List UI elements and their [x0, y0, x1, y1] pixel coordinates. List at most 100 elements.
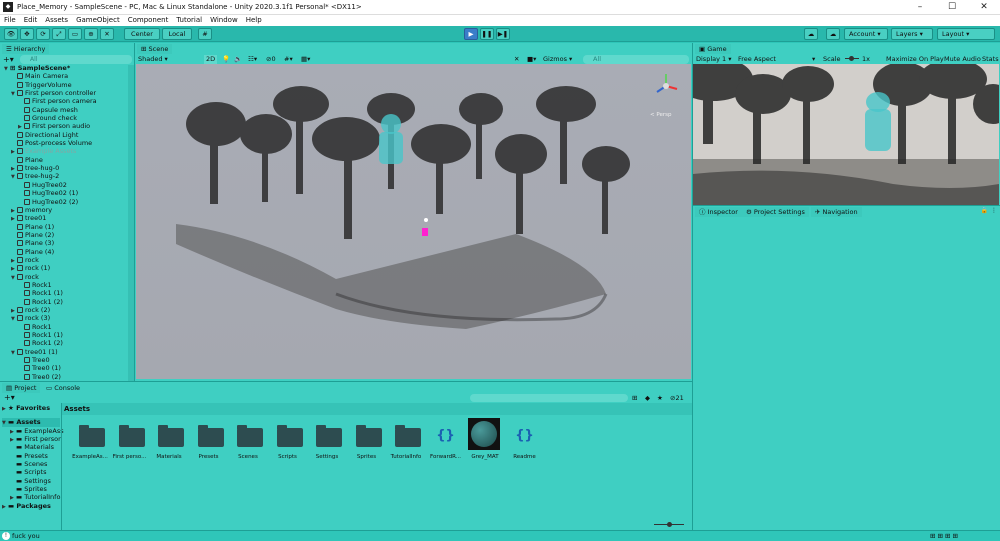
- scene-search-input[interactable]: All: [583, 55, 689, 64]
- asset-item[interactable]: Settings: [309, 418, 349, 482]
- custom-tool-icon[interactable]: ✕: [100, 28, 114, 40]
- mute-audio-toggle[interactable]: Mute Audio: [944, 54, 981, 64]
- scene-root[interactable]: ▼ ⊞ SampleScene*: [4, 64, 129, 72]
- hierarchy-item[interactable]: ▶ First person audio: [4, 122, 129, 130]
- hierarchy-item[interactable]: Tree0: [4, 356, 129, 364]
- lock-icon[interactable]: 🔒: [981, 207, 988, 214]
- project-search-input[interactable]: [470, 394, 628, 402]
- hierarchy-item[interactable]: ▼ rock (3): [4, 314, 129, 322]
- rotate-tool-icon[interactable]: ⟳: [36, 28, 50, 40]
- project-folder-item[interactable]: ▬ Presets: [2, 452, 60, 460]
- hierarchy-item[interactable]: Rock1 (1): [4, 331, 129, 339]
- snap-icon[interactable]: ▦▾: [301, 55, 310, 64]
- asset-item[interactable]: Scenes: [230, 418, 270, 482]
- hierarchy-item[interactable]: ▼ tree-hug-2: [4, 172, 129, 180]
- step-button[interactable]: ▶❚: [496, 28, 510, 40]
- persp-label[interactable]: < Persp: [650, 112, 671, 118]
- project-folder-item[interactable]: ▬ Scripts: [2, 468, 60, 476]
- project-folder-item[interactable]: ▶ ▬ ExampleAss: [2, 427, 64, 435]
- hierarchy-item[interactable]: Rock1 (1): [4, 289, 129, 297]
- add-icon[interactable]: +▾: [3, 55, 14, 64]
- asset-item[interactable]: {} ForwardR...: [428, 418, 468, 482]
- hierarchy-item[interactable]: ▼ rock: [4, 273, 129, 281]
- project-folder-item[interactable]: ▶ ▬ TutorialInfo: [2, 493, 60, 501]
- grid-snap-icon[interactable]: #: [198, 28, 212, 40]
- hierarchy-item[interactable]: ▶ tree-hug-0: [4, 164, 129, 172]
- tab-navigation[interactable]: ✈ Navigation: [811, 207, 862, 217]
- minimize-button[interactable]: –: [904, 0, 936, 15]
- account-dropdown[interactable]: Account ▾: [844, 28, 888, 40]
- hierarchy-item[interactable]: Main Camera: [4, 72, 129, 80]
- hierarchy-item[interactable]: HugTree02 (1): [4, 189, 129, 197]
- display-dropdown[interactable]: Display 1 ▾: [696, 54, 732, 64]
- hierarchy-item[interactable]: Ground check: [4, 114, 129, 122]
- asset-item[interactable]: Grey_MAT: [467, 418, 507, 482]
- hierarchy-item[interactable]: Rock1 (2): [4, 339, 129, 347]
- tab-project[interactable]: ▤ Project: [2, 383, 41, 393]
- hierarchy-item[interactable]: Post-process Volume: [4, 139, 129, 147]
- menu-file[interactable]: File: [0, 15, 20, 26]
- hierarchy-item[interactable]: HugTree02 (2): [4, 198, 129, 206]
- create-icon[interactable]: +▾: [4, 393, 15, 403]
- hierarchy-item[interactable]: Tree0 (1): [4, 364, 129, 372]
- layers-dropdown[interactable]: Layers ▾: [891, 28, 933, 40]
- scene-viewport[interactable]: < Persp: [136, 64, 691, 379]
- hierarchy-item[interactable]: ▶ tree01: [4, 214, 129, 222]
- favorites-item[interactable]: ▶ ★ Favorites: [2, 404, 60, 412]
- rect-tool-icon[interactable]: ▭: [68, 28, 82, 40]
- shading-dropdown[interactable]: Shaded ▾: [138, 55, 168, 64]
- menu-component[interactable]: Component: [124, 15, 173, 26]
- project-folder-item[interactable]: ▬ Materials: [2, 443, 60, 451]
- hierarchy-search-input[interactable]: All: [20, 55, 132, 64]
- tab-project-settings[interactable]: ⚙ Project Settings: [742, 207, 809, 217]
- project-folder-item[interactable]: ▬ Sprites: [2, 485, 60, 493]
- asset-item[interactable]: TutorialInfo: [388, 418, 428, 482]
- menu-assets[interactable]: Assets: [41, 15, 72, 26]
- hierarchy-item[interactable]: Plane: [4, 156, 129, 164]
- grid-icon[interactable]: #▾: [284, 55, 293, 64]
- move-tool-icon[interactable]: ✥: [20, 28, 34, 40]
- hierarchy-item[interactable]: Plane (4): [4, 248, 129, 256]
- hierarchy-item[interactable]: ▼ tree01 (1): [4, 348, 129, 356]
- asset-item[interactable]: First perso...: [112, 418, 152, 482]
- effects-icon[interactable]: ☷▾: [248, 55, 257, 64]
- game-viewport[interactable]: [693, 64, 999, 205]
- aspect-dropdown[interactable]: Free Aspect: [738, 54, 776, 64]
- hidden-objects-icon[interactable]: ⊘0: [266, 55, 276, 64]
- hierarchy-item[interactable]: Plane (3): [4, 239, 129, 247]
- hierarchy-item[interactable]: ▶ rock: [4, 256, 129, 264]
- favorite-icon[interactable]: ★: [657, 393, 663, 403]
- hierarchy-item[interactable]: Capsule mesh: [4, 106, 129, 114]
- tab-game[interactable]: ▣ Game: [695, 44, 731, 54]
- close-button[interactable]: ✕: [968, 0, 1000, 15]
- tools-icon[interactable]: ✕: [514, 55, 519, 64]
- asset-item[interactable]: Scripts: [270, 418, 310, 482]
- zoom-slider-thumb[interactable]: [667, 522, 672, 527]
- asset-item[interactable]: ExampleAs...: [72, 418, 112, 482]
- filter-type-icon[interactable]: ⊞: [632, 393, 637, 403]
- stats-toggle[interactable]: Stats: [982, 54, 999, 64]
- hierarchy-item[interactable]: ▶ memory: [4, 206, 129, 214]
- project-folder-item[interactable]: ▶ ▬ First person: [2, 435, 62, 443]
- transform-tool-icon[interactable]: ⊕: [84, 28, 98, 40]
- status-message[interactable]: fuck you: [12, 531, 40, 541]
- collab-icon[interactable]: ☁: [804, 28, 818, 40]
- menu-help[interactable]: Help: [242, 15, 266, 26]
- pivot-center-button[interactable]: Center: [124, 28, 160, 40]
- project-folder-item[interactable]: ▬ Settings: [2, 477, 60, 485]
- asset-item[interactable]: Sprites: [349, 418, 389, 482]
- hierarchy-item[interactable]: HugTree02: [4, 181, 129, 189]
- hierarchy-item[interactable]: Rock1 (2): [4, 298, 129, 306]
- hierarchy-item[interactable]: Rock1: [4, 323, 129, 331]
- maximize-on-play-toggle[interactable]: Maximize On Play: [886, 54, 944, 64]
- view-tool-icon[interactable]: 👁: [4, 28, 18, 40]
- maximize-button[interactable]: ☐: [936, 0, 968, 15]
- hierarchy-item[interactable]: ▶ rock (1): [4, 264, 129, 272]
- menu-edit[interactable]: Edit: [20, 15, 42, 26]
- asset-item[interactable]: Materials: [151, 418, 191, 482]
- hierarchy-item[interactable]: Tree0 (2): [4, 373, 129, 381]
- layout-dropdown[interactable]: Layout ▾: [937, 28, 995, 40]
- panel-menu-icon[interactable]: ⋮: [991, 207, 997, 214]
- pause-button[interactable]: ❚❚: [480, 28, 494, 40]
- cloud-icon[interactable]: ☁: [826, 28, 840, 40]
